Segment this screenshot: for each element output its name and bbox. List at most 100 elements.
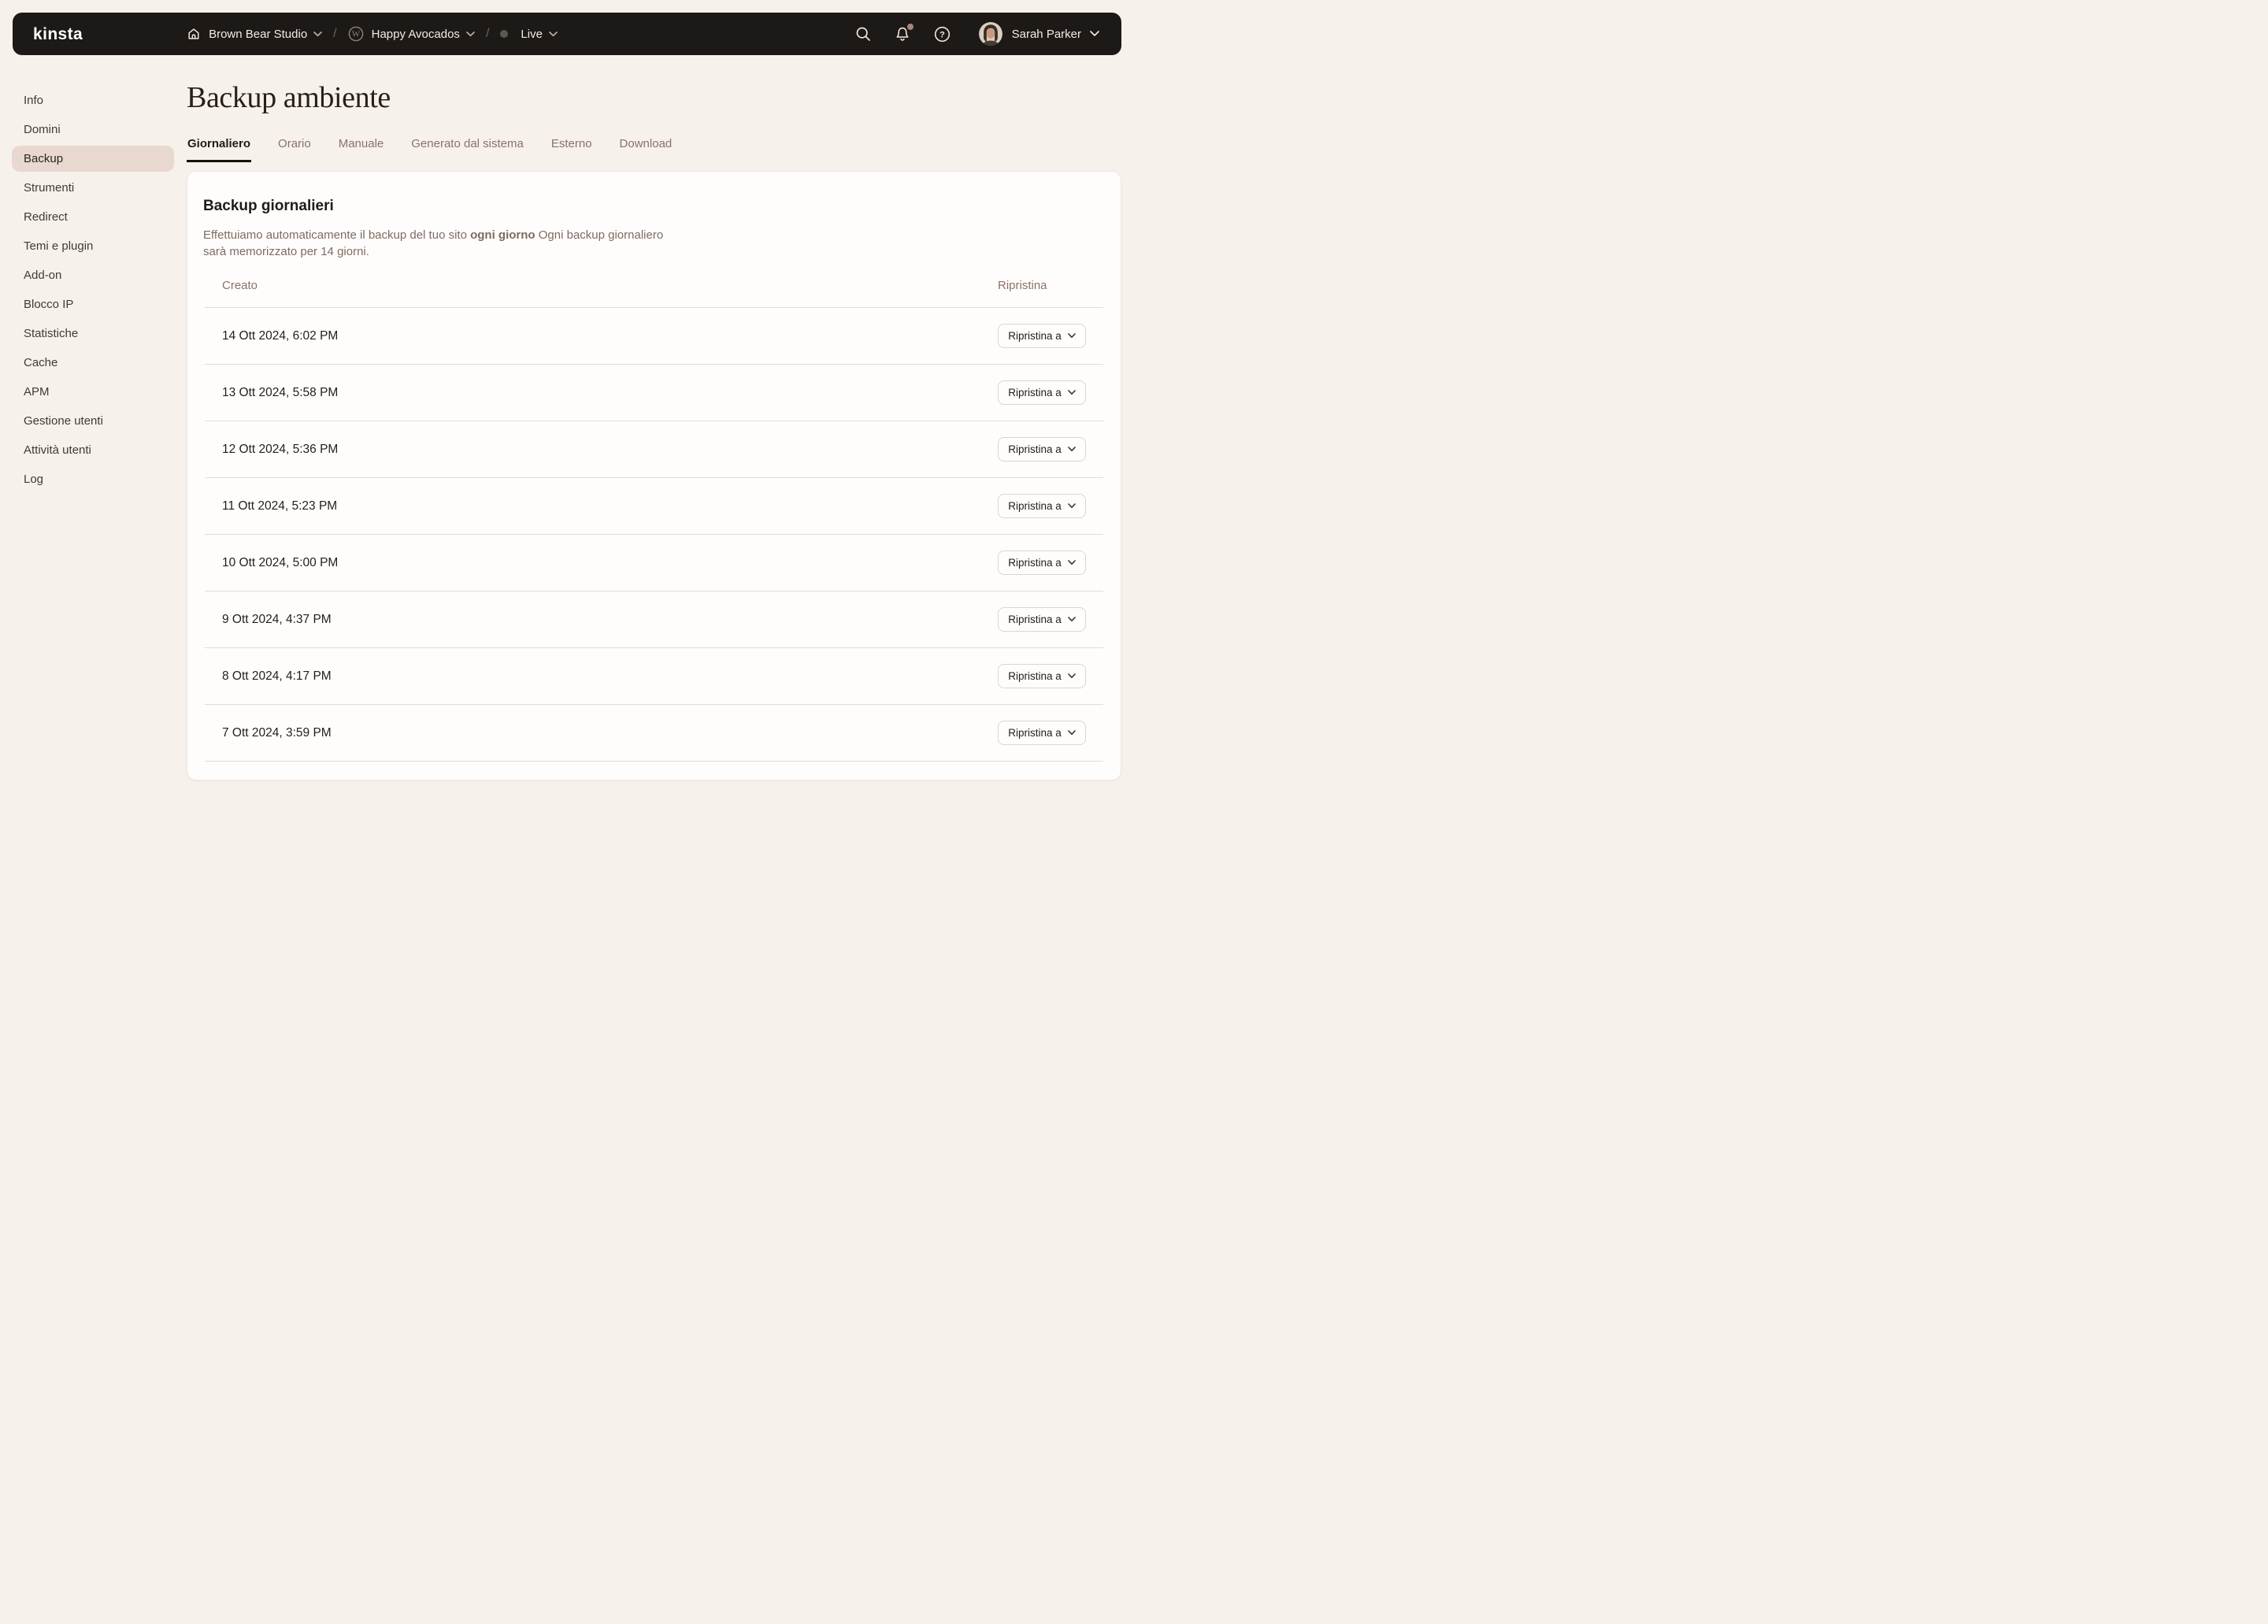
table-row: 12 Ott 2024, 5:36 PM Ripristina a xyxy=(205,421,1103,478)
sidebar-item-label: Add-on xyxy=(24,269,61,282)
table-row: 14 Ott 2024, 6:02 PM Ripristina a xyxy=(205,308,1103,365)
tab[interactable]: Orario xyxy=(277,137,312,162)
sidebar-item[interactable]: Domini xyxy=(12,117,174,143)
tab[interactable]: Giornaliero xyxy=(187,137,251,162)
table-row: 11 Ott 2024, 5:23 PM Ripristina a xyxy=(205,478,1103,535)
environment-selector[interactable]: Live xyxy=(500,28,558,41)
tab[interactable]: Manuale xyxy=(338,137,385,162)
column-header-creato: Creato xyxy=(222,279,258,292)
chevron-down-icon xyxy=(1068,730,1076,736)
backup-created-date: 11 Ott 2024, 5:23 PM xyxy=(222,499,337,514)
breadcrumb: Brown Bear Studio / W Happy Avocados / L… xyxy=(187,26,558,42)
chevron-down-icon xyxy=(1068,673,1076,679)
restore-button[interactable]: Ripristina a xyxy=(998,324,1086,348)
restore-button[interactable]: Ripristina a xyxy=(998,721,1086,745)
chevron-down-icon xyxy=(1068,503,1076,509)
chevron-down-icon xyxy=(466,32,475,37)
tab[interactable]: Esterno xyxy=(550,137,593,162)
svg-text:?: ? xyxy=(939,30,945,39)
live-environment-dot xyxy=(500,30,508,38)
sidebar-item[interactable]: Temi e plugin xyxy=(12,233,174,259)
restore-button[interactable]: Ripristina a xyxy=(998,551,1086,575)
restore-button-label: Ripristina a xyxy=(1008,387,1062,399)
chevron-down-icon xyxy=(1068,617,1076,622)
sidebar-item-label: Attività utenti xyxy=(24,443,91,457)
sidebar-item[interactable]: Redirect xyxy=(12,204,174,230)
kinsta-logo[interactable]: kinsta xyxy=(33,26,83,43)
restore-button[interactable]: Ripristina a xyxy=(998,380,1086,405)
backup-created-date: 13 Ott 2024, 5:58 PM xyxy=(222,386,338,400)
backup-created-date: 8 Ott 2024, 4:17 PM xyxy=(222,669,332,684)
sidebar-item[interactable]: Backup xyxy=(12,146,174,172)
sidebar-item-label: Cache xyxy=(24,356,57,369)
sidebar-item-label: Log xyxy=(24,473,43,486)
sidebar-item-label: Redirect xyxy=(24,210,68,224)
table-row: 13 Ott 2024, 5:58 PM Ripristina a xyxy=(205,365,1103,421)
chevron-down-icon xyxy=(1068,333,1076,339)
svg-text:W: W xyxy=(351,30,360,39)
sidebar-item[interactable]: Gestione utenti xyxy=(12,408,174,434)
page-title: Backup ambiente xyxy=(187,82,1121,113)
restore-button[interactable]: Ripristina a xyxy=(998,437,1086,462)
sidebar-item-label: Domini xyxy=(24,123,61,136)
sidebar-item[interactable]: Info xyxy=(12,87,174,113)
user-name[interactable]: Sarah Parker xyxy=(1012,28,1081,41)
chevron-down-icon xyxy=(1068,560,1076,565)
sidebar-item[interactable]: Statistiche xyxy=(12,321,174,347)
description-bold: ogni giorno xyxy=(470,228,535,242)
table-header: Creato Ripristina xyxy=(205,279,1103,308)
restore-button[interactable]: Ripristina a xyxy=(998,494,1086,518)
sidebar-item-label: Temi e plugin xyxy=(24,239,93,253)
table-row: 7 Ott 2024, 3:59 PM Ripristina a xyxy=(205,705,1103,762)
breadcrumb-site-label: Happy Avocados xyxy=(372,28,460,41)
notification-badge xyxy=(907,24,914,30)
sidebar-item-label: Blocco IP xyxy=(24,298,73,311)
restore-button-label: Ripristina a xyxy=(1008,670,1062,682)
sidebar-item[interactable]: Add-on xyxy=(12,262,174,288)
chevron-down-icon[interactable] xyxy=(1090,31,1099,37)
backup-created-date: 9 Ott 2024, 4:37 PM xyxy=(222,613,332,627)
tab[interactable]: Download xyxy=(619,137,673,162)
card-description: Effettuiamo automaticamente il backup de… xyxy=(203,227,677,260)
restore-button[interactable]: Ripristina a xyxy=(998,607,1086,632)
restore-button-label: Ripristina a xyxy=(1008,557,1062,569)
tab[interactable]: Generato dal sistema xyxy=(410,137,524,162)
bell-icon[interactable] xyxy=(895,26,910,42)
restore-button[interactable]: Ripristina a xyxy=(998,664,1086,688)
breadcrumb-separator: / xyxy=(333,27,336,41)
sidebar-item-label: APM xyxy=(24,385,50,399)
sidebar: Info Domini Backup Strumenti Redirect Te… xyxy=(12,87,174,495)
restore-button-label: Ripristina a xyxy=(1008,443,1062,455)
sidebar-item[interactable]: Cache xyxy=(12,350,174,376)
breadcrumb-site[interactable]: Happy Avocados xyxy=(372,28,475,41)
table-row: 8 Ott 2024, 4:17 PM Ripristina a xyxy=(205,648,1103,705)
breadcrumb-company[interactable]: Brown Bear Studio xyxy=(209,28,322,41)
table-row: 9 Ott 2024, 4:37 PM Ripristina a xyxy=(205,591,1103,648)
chevron-down-icon xyxy=(1068,447,1076,452)
sidebar-item[interactable]: Log xyxy=(12,466,174,492)
sidebar-item[interactable]: Blocco IP xyxy=(12,291,174,317)
search-icon[interactable] xyxy=(855,26,871,42)
breadcrumb-company-label: Brown Bear Studio xyxy=(209,28,307,41)
sidebar-item[interactable]: Strumenti xyxy=(12,175,174,201)
chevron-down-icon xyxy=(1068,390,1076,395)
avatar[interactable] xyxy=(979,22,1002,46)
sidebar-item-label: Strumenti xyxy=(24,181,74,195)
main-content: Backup ambiente Giornaliero Orario Manua… xyxy=(187,55,1121,780)
column-header-ripristina: Ripristina xyxy=(998,279,1086,292)
sidebar-item-label: Statistiche xyxy=(24,327,78,340)
environment-label: Live xyxy=(521,28,543,41)
backup-created-date: 7 Ott 2024, 3:59 PM xyxy=(222,726,332,740)
wordpress-icon: W xyxy=(348,26,364,42)
chevron-down-icon xyxy=(313,32,322,37)
restore-button-label: Ripristina a xyxy=(1008,500,1062,512)
sidebar-item-label: Gestione utenti xyxy=(24,414,103,428)
card-heading: Backup giornalieri xyxy=(203,198,1105,215)
navbar-actions: ? Sarah Parker xyxy=(855,22,1099,46)
table-body: 14 Ott 2024, 6:02 PM Ripristina a 13 Ott… xyxy=(205,308,1103,762)
sidebar-item[interactable]: Attività utenti xyxy=(12,437,174,463)
home-icon[interactable] xyxy=(187,27,201,41)
help-icon[interactable]: ? xyxy=(934,26,951,43)
sidebar-item[interactable]: APM xyxy=(12,379,174,405)
backup-created-date: 10 Ott 2024, 5:00 PM xyxy=(222,556,338,570)
